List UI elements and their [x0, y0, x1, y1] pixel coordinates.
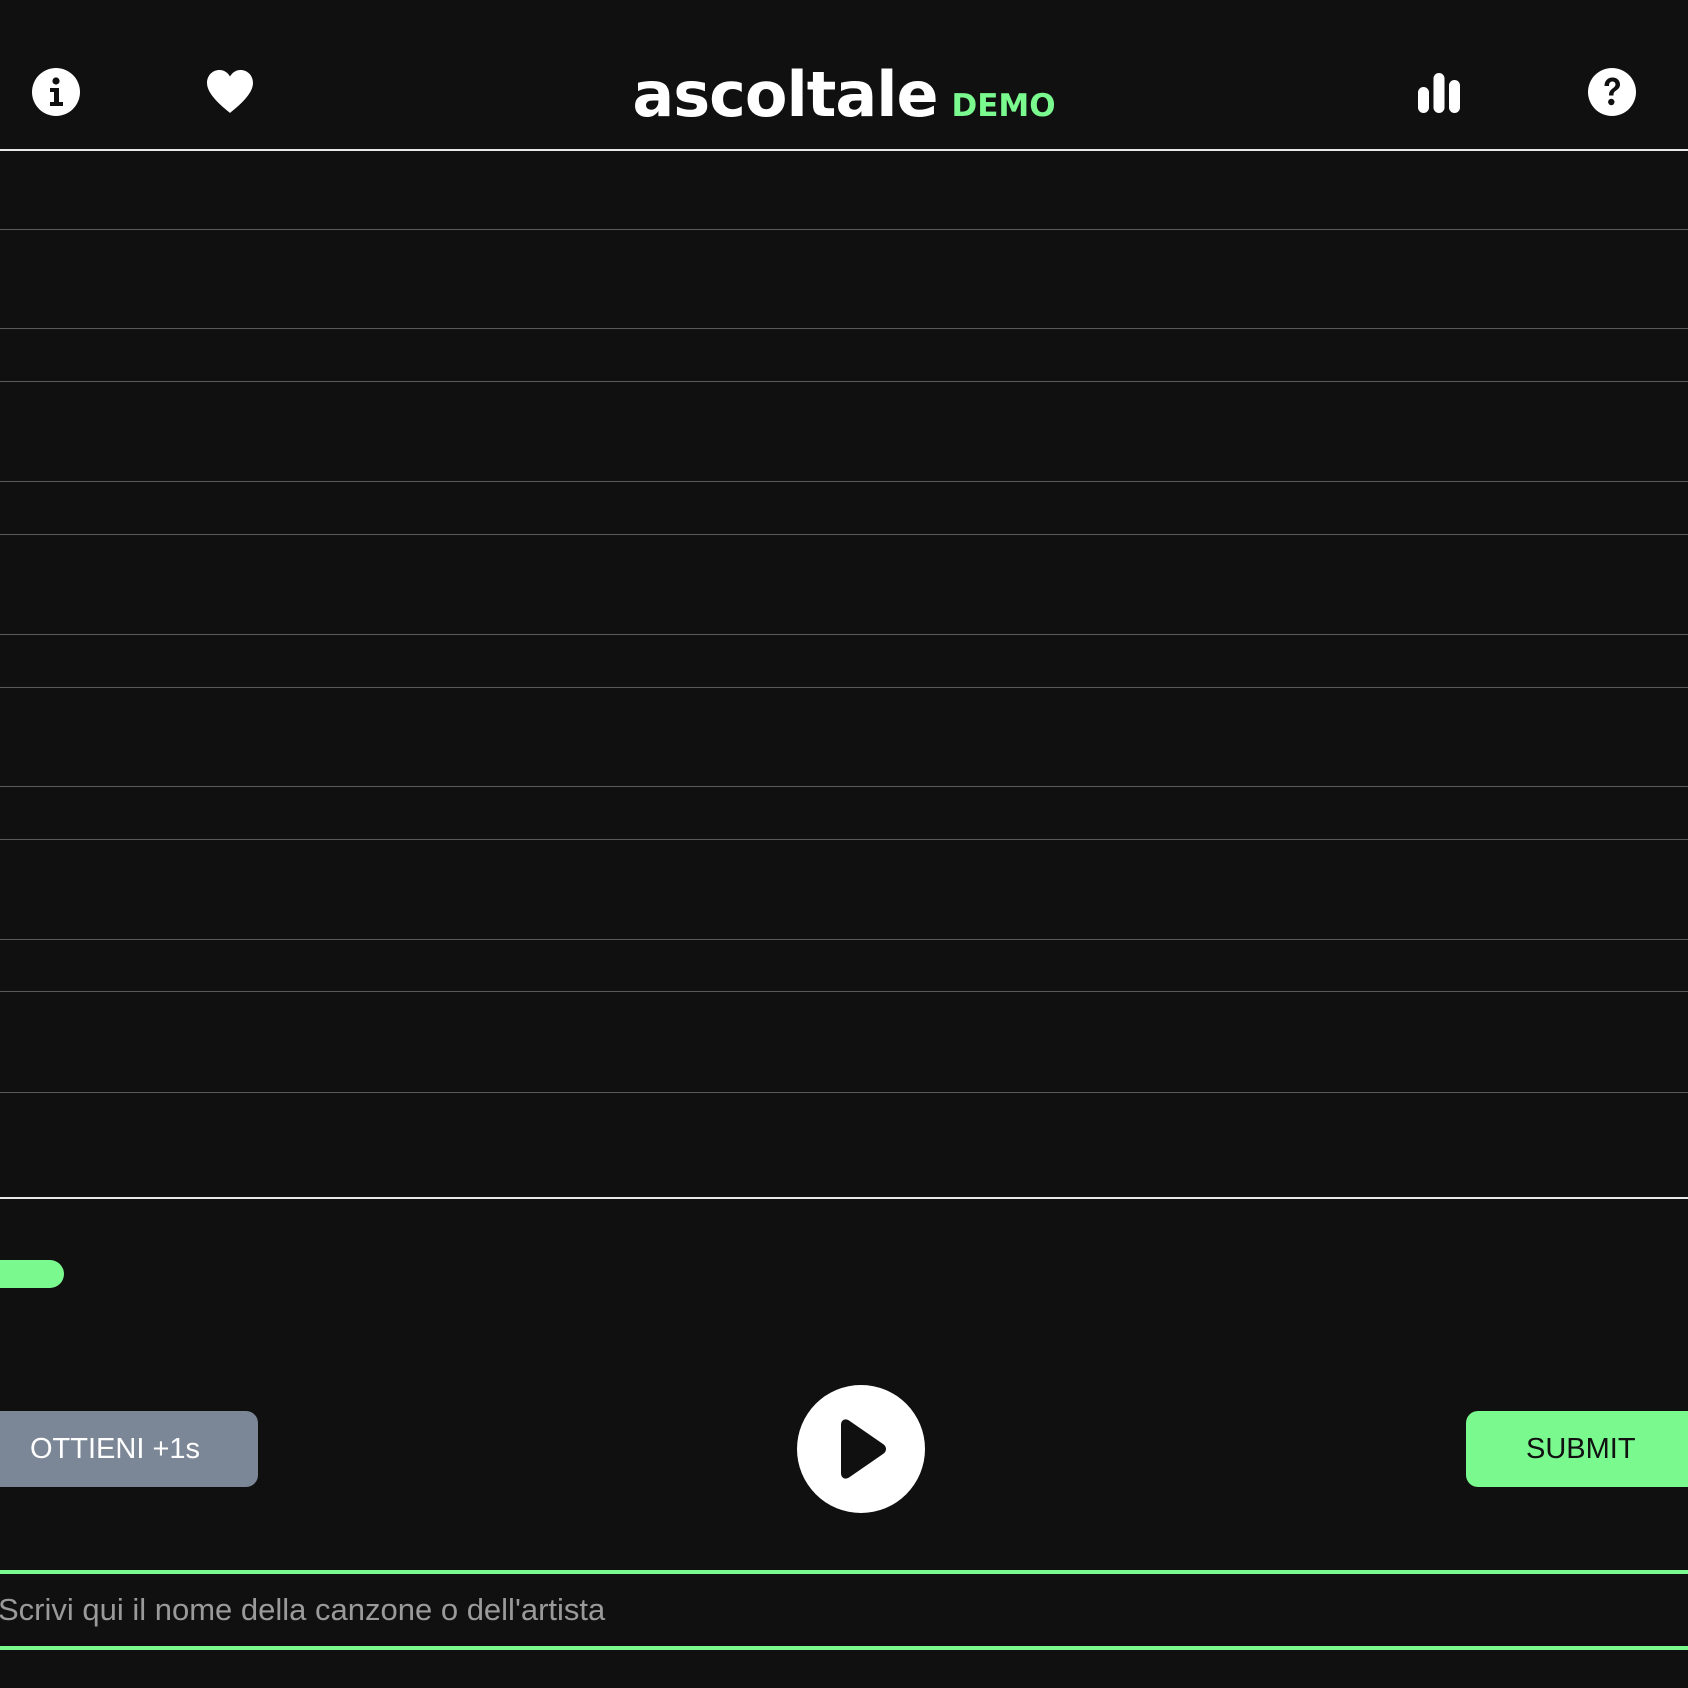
guess-row-top	[0, 381, 1688, 382]
guess-row-top	[0, 229, 1688, 230]
play-icon	[841, 1419, 886, 1479]
guess-row-bottom	[0, 939, 1688, 940]
play-button[interactable]	[797, 1385, 925, 1513]
guess-row-bottom	[0, 786, 1688, 787]
skip-button[interactable]: OTTIENI +1s	[0, 1411, 258, 1487]
progress-fill	[0, 1260, 64, 1288]
search-input[interactable]	[0, 1574, 1686, 1646]
submit-button[interactable]: SUBMIT	[1466, 1411, 1688, 1487]
guess-list	[0, 151, 1688, 1199]
app-title: ascoltale	[632, 58, 938, 131]
guess-row-top	[0, 991, 1688, 992]
guess-row-top	[0, 839, 1688, 840]
guess-row-bottom	[0, 481, 1688, 482]
stats-icon[interactable]	[1413, 66, 1465, 118]
app-root: ascoltale DEMO OTTIENI +1s SUBMIT	[0, 0, 1688, 1688]
guess-row-top	[0, 534, 1688, 535]
guess-row-top	[0, 687, 1688, 688]
search-box	[0, 1570, 1688, 1650]
guess-row-bottom	[0, 1092, 1688, 1093]
guess-row-bottom	[0, 634, 1688, 635]
demo-badge: DEMO	[951, 88, 1056, 124]
progress-bar	[0, 1260, 1688, 1288]
header: ascoltale DEMO	[0, 0, 1688, 151]
guess-row-bottom	[0, 328, 1688, 329]
help-icon[interactable]	[1586, 66, 1638, 118]
